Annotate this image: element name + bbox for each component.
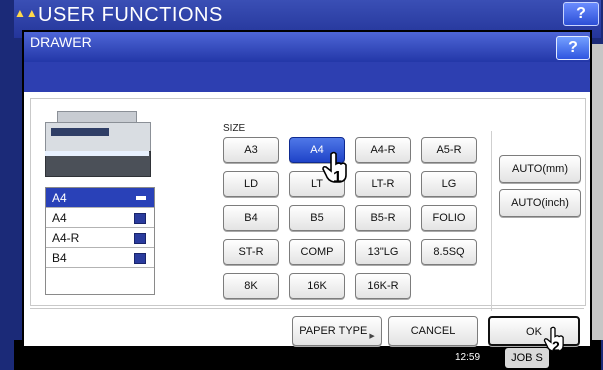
size-button-85sq[interactable]: 8.5SQ xyxy=(421,239,477,265)
dialog-message-bar xyxy=(24,62,590,92)
paper-type-button[interactable]: PAPER TYPE ▶ xyxy=(292,316,382,346)
size-button-b4[interactable]: B4 xyxy=(223,205,279,231)
auto-mm-button[interactable]: AUTO(mm) xyxy=(499,155,581,183)
clock-time: 12:59 xyxy=(455,352,481,363)
background-title: USER FUNCTIONS xyxy=(38,4,223,26)
drawer-item-label: A4 xyxy=(52,211,67,225)
size-button-8k[interactable]: 8K xyxy=(223,273,279,299)
size-button-16k[interactable]: 16K xyxy=(289,273,345,299)
drawer-item-1[interactable]: A4 xyxy=(46,188,154,208)
drawer-list: A4 A4 A4-R B4 xyxy=(45,187,155,295)
size-button-folio[interactable]: FOLIO xyxy=(421,205,477,231)
drawer-icon xyxy=(134,253,146,264)
user-functions-logo-icon: ▲▲ xyxy=(14,6,38,20)
size-button-a4-r[interactable]: A4-R xyxy=(355,137,411,163)
size-button-a5-r[interactable]: A5-R xyxy=(421,137,477,163)
drawer-item-4[interactable]: B4 xyxy=(46,248,154,268)
size-button-b5-r[interactable]: B5-R xyxy=(355,205,411,231)
dialog-header: DRAWER ? xyxy=(24,32,590,62)
drawer-dialog: DRAWER ? A4 A4 A4-R B4 SIZE A3 A4 A4-R A… xyxy=(22,30,592,354)
cancel-button[interactable]: CANCEL xyxy=(388,316,478,346)
size-button-comp[interactable]: COMP xyxy=(289,239,345,265)
size-button-lt-r[interactable]: LT-R xyxy=(355,171,411,197)
size-button-st-r[interactable]: ST-R xyxy=(223,239,279,265)
size-button-16k-r[interactable]: 16K-R xyxy=(355,273,411,299)
background-help-button[interactable]: ? xyxy=(563,2,599,26)
submenu-arrow-icon: ▶ xyxy=(369,333,375,340)
drawer-item-3[interactable]: A4-R xyxy=(46,228,154,248)
paper-type-label: PAPER TYPE xyxy=(299,325,368,337)
auto-inch-button[interactable]: AUTO(inch) xyxy=(499,189,581,217)
dialog-help-button[interactable]: ? xyxy=(556,36,590,60)
drawer-item-label: B4 xyxy=(52,251,67,265)
drawer-item-label: A4 xyxy=(52,191,67,205)
dialog-title: DRAWER xyxy=(30,34,92,50)
drawer-icon xyxy=(136,196,146,200)
drawer-icon xyxy=(134,213,146,224)
size-button-a3[interactable]: A3 xyxy=(223,137,279,163)
drawer-item-2[interactable]: A4 xyxy=(46,208,154,228)
dialog-content: A4 A4 A4-R B4 SIZE A3 A4 A4-R A5-R LD LT… xyxy=(30,98,586,311)
step-number-2: 2 xyxy=(552,338,560,354)
size-button-b5[interactable]: B5 xyxy=(289,205,345,231)
step-number-1: 1 xyxy=(333,169,342,186)
drawer-icon xyxy=(134,233,146,244)
drawer-item-label: A4-R xyxy=(52,231,80,245)
size-button-lg[interactable]: LG xyxy=(421,171,477,197)
size-label: SIZE xyxy=(223,123,246,134)
size-button-ld[interactable]: LD xyxy=(223,171,279,197)
copier-illustration xyxy=(45,111,153,177)
size-button-13lg[interactable]: 13"LG xyxy=(355,239,411,265)
bottom-divider xyxy=(30,308,584,309)
size-auto-divider xyxy=(491,131,492,311)
